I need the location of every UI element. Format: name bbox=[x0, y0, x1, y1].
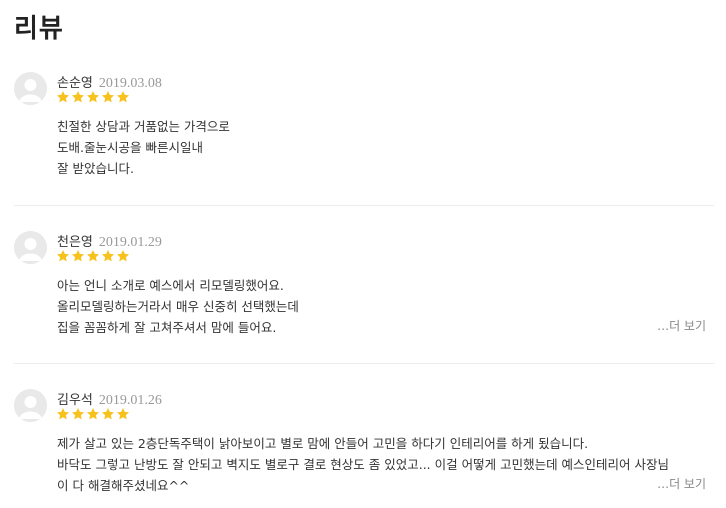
reviewer-info: 손순영 2019.03.08 bbox=[57, 72, 162, 92]
avatar-icon bbox=[14, 72, 47, 105]
reviewer-info: 김우석 2019.01.26 bbox=[57, 389, 162, 409]
review-line: 바닥도 그렇고 난방도 잘 안되고 벽지도 별로구 결로 현상도 좀 있었고..… bbox=[57, 457, 670, 472]
review-date: 2019.03.08 bbox=[98, 76, 162, 91]
review-date: 2019.01.26 bbox=[98, 393, 162, 408]
reviewer-info: 천은영 2019.01.29 bbox=[57, 231, 162, 251]
reviewer-name: 손순영 bbox=[57, 76, 93, 91]
star-icon bbox=[71, 250, 85, 262]
more-link[interactable]: …더 보기 bbox=[657, 475, 706, 492]
avatar-icon bbox=[14, 389, 47, 422]
star-icon bbox=[56, 91, 70, 103]
star-icon bbox=[56, 250, 70, 262]
star-icon bbox=[71, 91, 85, 103]
review-date: 2019.01.29 bbox=[98, 235, 162, 250]
star-icon bbox=[116, 91, 130, 103]
review-item: 천은영 2019.01.29 아는 언니 소개로 예스에서 리모델링했어요. 올리… bbox=[14, 231, 714, 346]
review-line: 도배.줄눈시공을 빠른시일내 bbox=[57, 140, 203, 155]
review-line: 올리모델링하는거라서 매우 신중히 선택했는데 bbox=[57, 299, 299, 314]
review-line: 친절한 상담과 거품없는 가격으로 bbox=[57, 119, 230, 134]
star-rating bbox=[56, 407, 130, 421]
star-icon bbox=[101, 408, 115, 420]
review-line: 제가 살고 있는 2층단독주택이 낡아보이고 별로 맘에 안들어 고민을 하다기… bbox=[57, 436, 589, 451]
star-icon bbox=[101, 91, 115, 103]
reviewer-name: 천은영 bbox=[57, 235, 93, 250]
star-icon bbox=[101, 250, 115, 262]
star-icon bbox=[116, 250, 130, 262]
star-icon bbox=[86, 91, 100, 103]
review-text: 친절한 상담과 거품없는 가격으로 도배.줄눈시공을 빠른시일내 잘 받았습니다… bbox=[57, 116, 707, 179]
section-title: 리뷰 bbox=[14, 14, 64, 44]
star-icon bbox=[56, 408, 70, 420]
star-rating bbox=[56, 249, 130, 263]
review-line: 아는 언니 소개로 예스에서 리모델링했어요. bbox=[57, 278, 284, 293]
review-item: 손순영 2019.03.08 친절한 상담과 거품없는 가격으로 도배.줄눈시공을… bbox=[14, 72, 714, 187]
review-text: 제가 살고 있는 2층단독주택이 낡아보이고 별로 맘에 안들어 고민을 하다기… bbox=[57, 433, 707, 496]
review-line: 이 다 해결해주셨네요^^ bbox=[57, 478, 190, 493]
divider bbox=[14, 363, 714, 364]
avatar-icon bbox=[14, 231, 47, 264]
review-text: 아는 언니 소개로 예스에서 리모델링했어요. 올리모델링하는거라서 매우 신중… bbox=[57, 275, 707, 338]
star-icon bbox=[71, 408, 85, 420]
reviewer-name: 김우석 bbox=[57, 393, 93, 408]
star-icon bbox=[86, 250, 100, 262]
divider bbox=[14, 205, 714, 206]
star-icon bbox=[116, 408, 130, 420]
star-rating bbox=[56, 90, 130, 104]
review-line: 집을 꼼꼼하게 잘 고쳐주셔서 맘에 들어요. bbox=[57, 320, 277, 335]
star-icon bbox=[86, 408, 100, 420]
reviews-page: 리뷰 손순영 2019.03.08 친절한 상담과 거품없는 가격으로 도배.줄눈… bbox=[0, 0, 726, 508]
review-line: 잘 받았습니다. bbox=[57, 161, 134, 176]
more-link[interactable]: …더 보기 bbox=[657, 317, 706, 334]
review-item: 김우석 2019.01.26 제가 살고 있는 2층단독주택이 낡아보이고 별로 … bbox=[14, 389, 714, 504]
